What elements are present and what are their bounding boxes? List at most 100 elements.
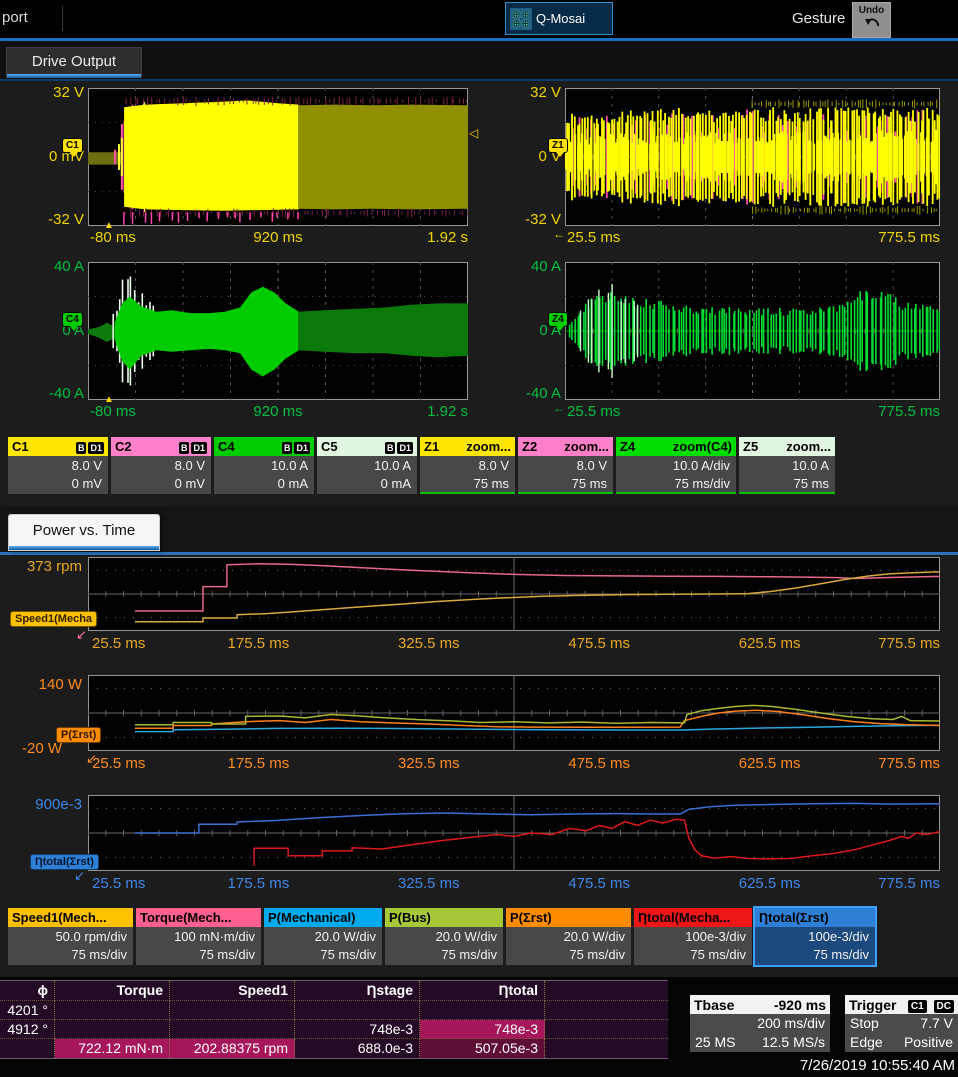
descriptor-label: C1 [12,439,29,454]
table-cell: 4912 ° [0,1020,55,1039]
table-cell [55,1020,170,1039]
tab-drive-output[interactable]: Drive Output [6,47,142,78]
table-cell: 4201 ° [0,1001,55,1020]
trace-descriptor-PBus[interactable]: P(Bus)20.0 W/div75 ms/div [385,908,503,965]
table-row[interactable]: 4201 ° [0,1001,668,1020]
channel-descriptor-C4[interactable]: C4BD110.0 A0 mA [214,437,314,494]
eta-strip-ytop: 900e-3 [10,796,82,813]
trace-descriptor-Speed1[interactable]: Speed1(Mech...50.0 rpm/div75 ms/div [8,908,133,965]
timebase-rate: 12.5 MS/s [762,1033,825,1052]
c1-grid-trigger-time-marker[interactable]: ▲ [104,220,114,231]
power-strip-xlabel-1: 175.5 ms [228,755,290,772]
c4-grid-channel-badge[interactable]: C4 [62,312,83,327]
c1-grid-channel-badge[interactable]: C1 [62,138,83,153]
channel-descriptor-C2[interactable]: C2BD18.0 V0 mV [111,437,211,494]
trace-descriptor-Torque[interactable]: Torque(Mech...100 mN·m/div75 ms/div [136,908,261,965]
channel-descriptor-Z2[interactable]: Z2zoom...8.0 V75 ms [518,437,613,494]
tab-drive-output-label: Drive Output [32,53,116,70]
c1-grid-xlabel-1: 920 ms [253,229,302,246]
speed-strip-xlabel-2: 325.5 ms [398,635,460,652]
q-mosaic-button[interactable]: Q-Mosai [505,2,613,35]
channel-descriptor-C5[interactable]: C5BD110.0 A0 mA [317,437,417,494]
power-strip-trace-badge[interactable]: P(Σrst) [56,727,101,743]
z4-grid[interactable] [565,262,940,400]
speed-strip-pan-arrow[interactable]: ↙ [76,627,87,643]
descriptor-value: 75 ms [420,475,509,493]
c4-grid-xlabel-2: 1.92 s [427,403,468,420]
c1-grid-trigger-level-marker[interactable]: ◁ [469,126,478,140]
descriptor-flag-B: B [282,442,293,454]
power-strip[interactable] [88,675,940,751]
c1-grid-ytop: 32 V [22,85,84,101]
eta-strip-xlabel-5: 775.5 ms [878,875,940,892]
table-row[interactable]: 722.12 mN·m202.88375 rpm688.0e-3507.05e-… [0,1039,668,1058]
table-row[interactable]: 4912 °748e-3748e-3 [0,1020,668,1039]
trace-descriptor-PSigma[interactable]: P(Σrst)20.0 W/div75 ms/div [506,908,631,965]
display-tab-bar: Drive Output [0,41,958,81]
c4-grid[interactable] [88,262,468,400]
descriptor-flag-B: B [385,442,396,454]
c1-grid[interactable] [88,88,468,226]
trace-descriptor-EtaMech[interactable]: Ƞtotal(Mecha...100e-3/div75 ms/div [634,908,752,965]
descriptor-value: 100 mN·m/div [136,928,255,946]
descriptor-value: 10.0 A/div [616,457,730,475]
eta-strip-trace-badge[interactable]: Ƞtotal(Σrst) [30,854,99,870]
trace-descriptor-EtaSigma[interactable]: Ƞtotal(Σrst)100e-3/div75 ms/div [755,908,875,965]
z1-grid-pan-arrow[interactable]: ← [553,227,565,241]
channel-descriptor-Z4[interactable]: Z4zoom(C4)10.0 A/div75 ms/div [616,437,736,494]
descriptor-label: C5 [321,439,338,454]
menu-item-port[interactable]: port [2,9,28,26]
speed-strip-xlabel-5: 775.5 ms [878,635,940,652]
z1-grid[interactable] [565,88,940,226]
power-strip-xlabel-2: 325.5 ms [398,755,460,772]
descriptor-value: 0 mV [8,475,102,493]
z4-grid-ytop: 40 A [499,259,561,275]
power-strip-xlabel-0: 25.5 ms [92,755,145,772]
measurement-table[interactable]: ϕTorqueSpeed1ȠstageȠtotal4201 °4912 °748… [0,980,668,1059]
eta-strip-xlabel-4: 625.5 ms [739,875,801,892]
table-cell [170,1001,295,1020]
trace-descriptor-PMechanical[interactable]: P(Mechanical)20.0 W/div75 ms/div [264,908,382,965]
c4-grid-trigger-time-marker[interactable]: ▲ [104,394,114,405]
descriptor-value: 20.0 W/div [385,928,497,946]
badge-tail [556,326,564,331]
table-header: Speed1 [170,981,295,1001]
z1-grid-channel-badge[interactable]: Z1 [548,138,568,153]
descriptor-label: Z4 [620,439,635,454]
table-cell: 202.88375 rpm [170,1039,295,1058]
speed-strip[interactable] [88,557,940,631]
descriptor-value: 8.0 V [420,457,509,475]
table-cell [0,1039,55,1058]
z4-grid-channel-badge[interactable]: Z4 [548,312,568,327]
descriptor-label: Z2 [522,439,537,454]
tab-power-vs-time[interactable]: Power vs. Time [8,514,160,551]
table-header: ϕ [0,981,55,1001]
descriptor-flag-D1: D1 [88,442,104,454]
table-cell [170,1020,295,1039]
descriptor-label: Z1 [424,439,439,454]
eta-strip-pan-arrow[interactable]: ↙ [74,868,85,884]
eta-strip-xlabel-2: 325.5 ms [398,875,460,892]
c4-grid-ytop: 40 A [22,259,84,275]
table-header: Torque [55,981,170,1001]
trigger-panel[interactable]: Trigger C1 DC Stop 7.7 V Edge Positive [845,995,958,1052]
z4-grid-pan-arrow[interactable]: ← [553,401,565,415]
channel-descriptor-Z5[interactable]: Z5zoom...10.0 A75 ms [739,437,835,494]
descriptor-value: 100e-3/div [634,928,746,946]
channel-descriptor-C1[interactable]: C1BD18.0 V0 mV [8,437,108,494]
power-strip-pan-arrow[interactable]: ↙ [86,751,97,767]
eta-strip[interactable] [88,795,940,871]
z4-grid-ybot: -40 A [499,386,561,402]
descriptor-value: 20.0 W/div [264,928,376,946]
descriptor-value: 75 ms/div [616,475,730,493]
speed-strip-trace-badge[interactable]: Speed1(Mecha [10,611,97,627]
eta-strip-xlabel-0: 25.5 ms [92,875,145,892]
z1-grid-ybot: -32 V [499,212,561,228]
descriptor-label: Ƞtotal(Mecha... [638,910,730,925]
channel-descriptor-Z1[interactable]: Z1zoom...8.0 V75 ms [420,437,515,494]
z4-grid-xlabel-1: 775.5 ms [878,403,940,420]
undo-button[interactable]: Undo [852,2,891,38]
timebase-panel[interactable]: Tbase -920 ms 200 ms/div 25 MS 12.5 MS/s [690,995,830,1052]
descriptor-value: 50.0 rpm/div [8,928,127,946]
table-header: Ƞstage [295,981,420,1001]
